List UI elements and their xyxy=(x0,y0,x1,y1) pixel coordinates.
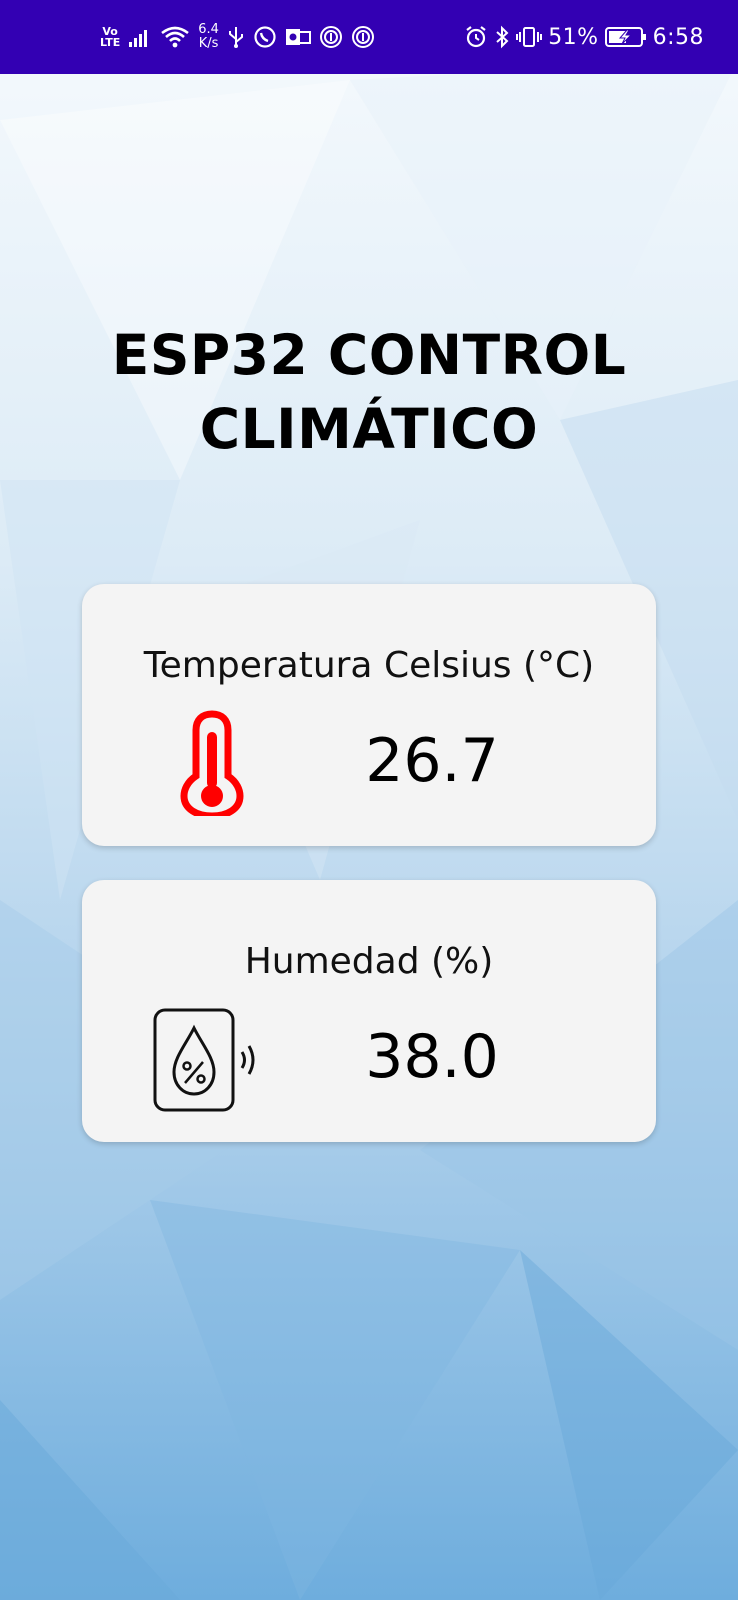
volte-indicator: Vo LTE xyxy=(100,25,121,49)
clock: 6:58 xyxy=(652,24,704,50)
outlook-icon xyxy=(285,26,311,48)
status-bar-left: Vo LTE 6.4 K/s xyxy=(100,0,375,74)
humidity-sensor-icon xyxy=(152,1006,272,1117)
temperature-label: Temperatura Celsius (°C) xyxy=(143,645,595,686)
humidity-label: Humedad (%) xyxy=(244,941,494,982)
humidity-value: 38.0 xyxy=(365,1022,499,1092)
usb-icon xyxy=(227,25,245,49)
signal-icon xyxy=(128,26,152,48)
battery-charging-icon xyxy=(604,25,647,49)
temperature-card: Temperatura Celsius (°C) 26.7 xyxy=(82,584,656,846)
nfc-icon xyxy=(319,25,343,49)
temperature-value: 26.7 xyxy=(365,726,499,796)
vibrate-icon xyxy=(516,25,543,49)
status-bar-right: 51% 6:58 xyxy=(464,0,704,74)
bluetooth-icon xyxy=(494,25,510,49)
page-title-line-1: ESP32 CONTROL xyxy=(111,323,627,387)
whatsapp-icon xyxy=(253,25,277,49)
humidity-card: Humedad (%) 38.0 xyxy=(82,880,656,1142)
battery-percent: 51% xyxy=(548,24,599,50)
page-title-line-2: CLIMÁTICO xyxy=(199,397,539,461)
status-bar: Vo LTE 6.4 K/s 51% 6:58 xyxy=(0,0,738,74)
thermometer-icon xyxy=(152,710,272,821)
nfc-icon xyxy=(351,25,375,49)
wifi-icon xyxy=(160,25,190,49)
alarm-icon xyxy=(464,25,488,49)
network-speed: 6.4 K/s xyxy=(198,22,219,51)
page-title: ESP32 CONTROL CLIMÁTICO xyxy=(0,318,738,466)
